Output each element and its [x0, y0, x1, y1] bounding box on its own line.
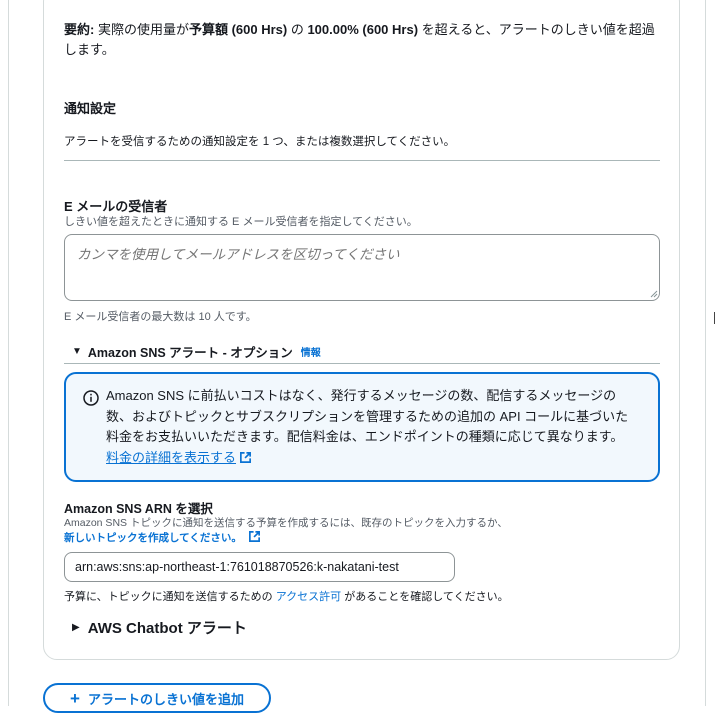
sns-arn-description: Amazon SNS トピックに通知を送信する予算を作成するには、既存のトピック… [64, 516, 664, 545]
info-icon [83, 390, 99, 406]
page-right-border [705, 0, 706, 706]
access-permission-note: 予算に、トピックに通知を送信するための アクセス許可 があることを確認してくださ… [64, 588, 509, 604]
create-topic-link[interactable]: 新しいトピックを作成してください。 [64, 532, 242, 544]
add-alert-threshold-label: アラートのしきい値を追加 [87, 691, 244, 707]
email-recipients-input[interactable] [64, 234, 660, 301]
confirm-text-pre: 予算に、トピックに通知を送信するための [64, 591, 276, 603]
notification-settings-title: 通知設定 [64, 101, 117, 116]
summary-label: 要約: [64, 22, 95, 37]
access-permission-link[interactable]: アクセス許可 [276, 591, 341, 603]
sns-arn-input[interactable] [64, 552, 455, 582]
sns-arn-title: Amazon SNS ARN を選択 [64, 502, 213, 516]
summary-text: 要約: 実際の使用量が予算額 (600 Hrs) の 100.00% (600 … [64, 20, 664, 60]
chatbot-section-toggle[interactable]: ▶ AWS Chatbot アラート [72, 617, 247, 638]
external-link-icon[interactable] [239, 451, 252, 464]
sns-info-link[interactable]: 情報 [301, 344, 321, 359]
caret-down-icon: ▼ [72, 346, 82, 357]
sns-section-title: Amazon SNS アラート - オプション [87, 346, 293, 360]
add-alert-threshold-button[interactable]: + アラートのしきい値を追加 [43, 683, 271, 713]
sns-section-toggle[interactable]: ▼ Amazon SNS アラート - オプション 情報 [72, 342, 321, 361]
summary-text-1: 実際の使用量が [94, 22, 189, 37]
notification-settings-description: アラートを受信するための通知設定を 1 つ、または複数選択してください。 [64, 136, 456, 148]
page-left-border [8, 0, 9, 706]
section-divider [64, 160, 660, 161]
summary-budget: 予算額 (600 Hrs) [188, 22, 288, 37]
sns-pricing-alert-text: Amazon SNS に前払いコストはなく、発行するメッセージの数、配信するメッ… [106, 386, 636, 468]
cursor-mark [714, 312, 715, 324]
confirm-text-post: があることを確認してください。 [341, 591, 509, 603]
sns-arn-description-text: Amazon SNS トピックに通知を送信する予算を作成するには、既存のトピック… [64, 517, 508, 529]
summary-threshold: 100.00% (600 Hrs) [307, 22, 419, 37]
sns-alert-body: Amazon SNS に前払いコストはなく、発行するメッセージの数、配信するメッ… [106, 388, 629, 444]
caret-right-icon: ▶ [72, 622, 80, 633]
plus-icon: + [70, 688, 80, 708]
email-recipients-description: しきい値を超えたときに通知する E メール受信者を指定してください。 [64, 216, 418, 228]
resize-grip-icon[interactable] [648, 288, 658, 298]
sns-section-divider [64, 363, 660, 364]
pricing-details-link[interactable]: 料金の詳細を表示する [106, 450, 236, 465]
summary-text-2: の [287, 22, 308, 37]
email-limit-note: E メール受信者の最大数は 10 人です。 [64, 311, 257, 323]
external-link-icon[interactable] [248, 530, 261, 543]
chatbot-section-title: AWS Chatbot アラート [87, 620, 247, 637]
